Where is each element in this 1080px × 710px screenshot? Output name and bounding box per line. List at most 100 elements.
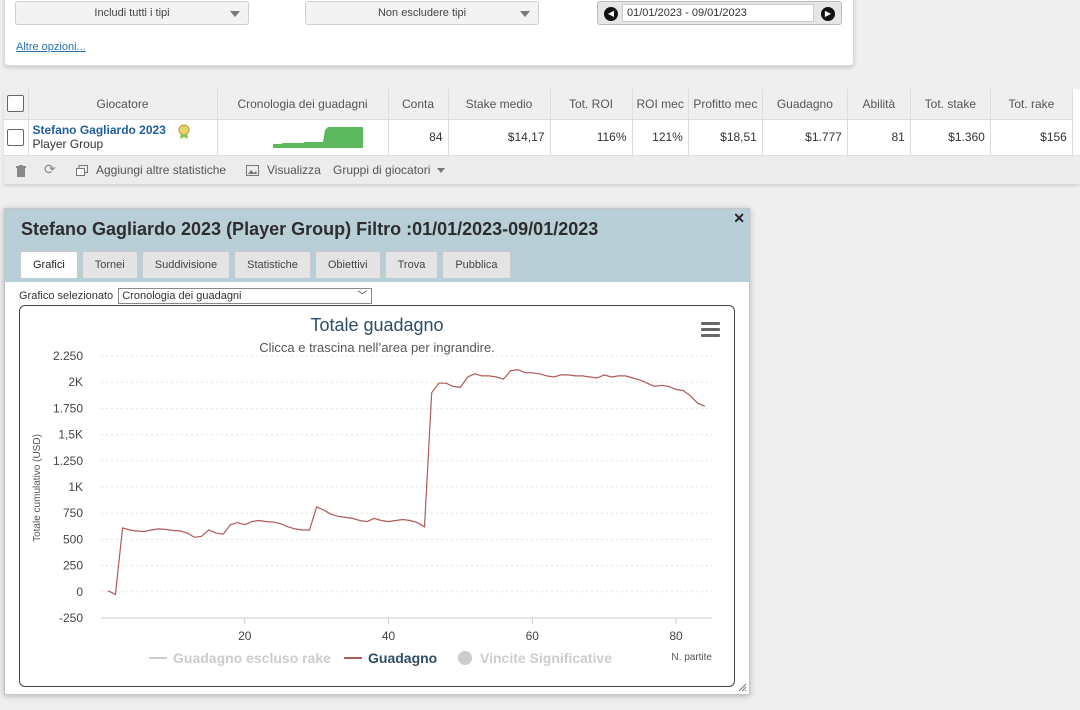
- tab-suddivisione[interactable]: Suddivisione: [141, 251, 231, 278]
- data-point[interactable]: [328, 511, 334, 517]
- data-point[interactable]: [249, 519, 255, 525]
- data-point[interactable]: [141, 529, 147, 535]
- data-point[interactable]: [335, 513, 341, 519]
- data-point[interactable]: [493, 374, 499, 380]
- chart-select[interactable]: Cronologia dei guadagni ﹀: [118, 288, 373, 304]
- series-line-guadagno[interactable]: [107, 368, 706, 596]
- data-point[interactable]: [271, 519, 277, 525]
- data-point[interactable]: [184, 530, 190, 536]
- data-point[interactable]: [378, 518, 384, 524]
- data-point[interactable]: [314, 504, 320, 510]
- select-all-checkbox[interactable]: [7, 95, 25, 113]
- data-point[interactable]: [177, 528, 183, 534]
- data-point[interactable]: [673, 387, 679, 393]
- date-range-input[interactable]: 01/01/2023 - 09/01/2023: [622, 4, 814, 22]
- tab-tornei[interactable]: Tornei: [81, 251, 138, 278]
- data-point[interactable]: [450, 383, 456, 389]
- col-header[interactable]: Tot. stake: [910, 89, 991, 120]
- data-point[interactable]: [407, 518, 413, 524]
- data-point[interactable]: [170, 528, 176, 534]
- data-point[interactable]: [148, 527, 154, 533]
- data-point[interactable]: [486, 373, 492, 379]
- data-point[interactable]: [429, 390, 435, 396]
- more-options-link[interactable]: Altre opzioni...: [16, 41, 86, 53]
- data-point[interactable]: [134, 528, 140, 534]
- data-point[interactable]: [386, 519, 392, 525]
- data-point[interactable]: [529, 370, 535, 376]
- data-point[interactable]: [364, 519, 370, 525]
- data-point[interactable]: [594, 375, 600, 381]
- data-point[interactable]: [637, 377, 643, 383]
- col-header[interactable]: Abilità: [847, 89, 911, 120]
- hamburger-menu-icon[interactable]: [701, 322, 720, 337]
- legend-item-significant[interactable]: Vincite Significative: [480, 650, 612, 666]
- data-point[interactable]: [105, 588, 111, 594]
- data-point[interactable]: [522, 370, 528, 376]
- data-point[interactable]: [680, 388, 686, 394]
- data-point[interactable]: [623, 373, 629, 379]
- col-header[interactable]: Tot. rake: [990, 89, 1073, 120]
- next-date-icon[interactable]: ▶: [821, 7, 835, 21]
- data-point[interactable]: [120, 525, 126, 531]
- data-point[interactable]: [544, 373, 550, 379]
- data-point[interactable]: [644, 380, 650, 386]
- data-point[interactable]: [393, 518, 399, 524]
- trash-icon[interactable]: [16, 165, 26, 177]
- tab-grafici[interactable]: Grafici: [20, 251, 78, 278]
- data-point[interactable]: [558, 372, 564, 378]
- close-icon[interactable]: ✕: [733, 210, 745, 227]
- data-point[interactable]: [163, 526, 169, 532]
- legend-item-guadagno[interactable]: Guadagno: [368, 650, 437, 666]
- refresh-icon[interactable]: ⟳: [44, 161, 56, 178]
- data-point[interactable]: [321, 507, 327, 513]
- data-point[interactable]: [199, 533, 205, 539]
- legend-item-excl-rake[interactable]: Guadagno escluso rake: [173, 650, 331, 666]
- col-header[interactable]: Profitto mec: [688, 89, 763, 120]
- data-point[interactable]: [422, 524, 428, 530]
- data-point[interactable]: [537, 371, 543, 377]
- data-point[interactable]: [350, 515, 356, 521]
- col-header[interactable]: Stake medio: [448, 89, 551, 120]
- player-groups-menu[interactable]: Gruppi di giocatori: [333, 163, 445, 177]
- data-point[interactable]: [457, 384, 463, 390]
- view-button[interactable]: Visualizza: [267, 163, 321, 177]
- data-point[interactable]: [307, 527, 313, 533]
- data-point[interactable]: [191, 534, 197, 540]
- data-point[interactable]: [256, 518, 262, 524]
- data-point[interactable]: [465, 374, 471, 380]
- resize-grip-icon[interactable]: [737, 682, 747, 692]
- earnings-chart[interactable]: -250 0 250 500 750 1K 1.250 1,5K 1.750 2K 2.250 20…: [20, 306, 734, 686]
- data-point[interactable]: [299, 527, 305, 533]
- tab-pubblica[interactable]: Pubblica: [442, 251, 511, 278]
- data-point[interactable]: [479, 373, 485, 379]
- data-point[interactable]: [292, 526, 298, 532]
- col-header[interactable]: Conta: [388, 89, 449, 120]
- exclude-types-select[interactable]: Non escludere tipi: [305, 1, 539, 25]
- tab-obiettivi[interactable]: Obiettivi: [314, 251, 381, 278]
- data-point[interactable]: [472, 371, 478, 377]
- data-point[interactable]: [436, 380, 442, 386]
- row-checkbox[interactable]: [7, 128, 25, 146]
- data-point[interactable]: [357, 518, 363, 524]
- data-point[interactable]: [156, 526, 162, 532]
- include-types-select[interactable]: Includi tutti i tipi: [15, 1, 249, 25]
- data-point[interactable]: [515, 367, 521, 373]
- col-header[interactable]: Cronologia dei guadagni: [217, 89, 389, 120]
- data-point[interactable]: [659, 382, 665, 388]
- col-header[interactable]: Giocatore: [28, 89, 218, 120]
- data-point[interactable]: [414, 520, 420, 526]
- data-point[interactable]: [580, 373, 586, 379]
- data-point[interactable]: [616, 373, 622, 379]
- data-point[interactable]: [263, 519, 269, 525]
- col-header[interactable]: ROI mec: [632, 89, 689, 120]
- data-point[interactable]: [443, 380, 449, 386]
- data-point[interactable]: [601, 372, 607, 378]
- data-point[interactable]: [213, 530, 219, 536]
- data-point[interactable]: [652, 383, 658, 389]
- data-point[interactable]: [235, 520, 241, 526]
- data-point[interactable]: [508, 368, 514, 374]
- prev-date-icon[interactable]: ◀: [604, 7, 618, 21]
- tab-statistiche[interactable]: Statistiche: [234, 251, 311, 278]
- data-point[interactable]: [242, 522, 248, 528]
- add-stats-button[interactable]: Aggiungi altre statistiche: [96, 163, 226, 177]
